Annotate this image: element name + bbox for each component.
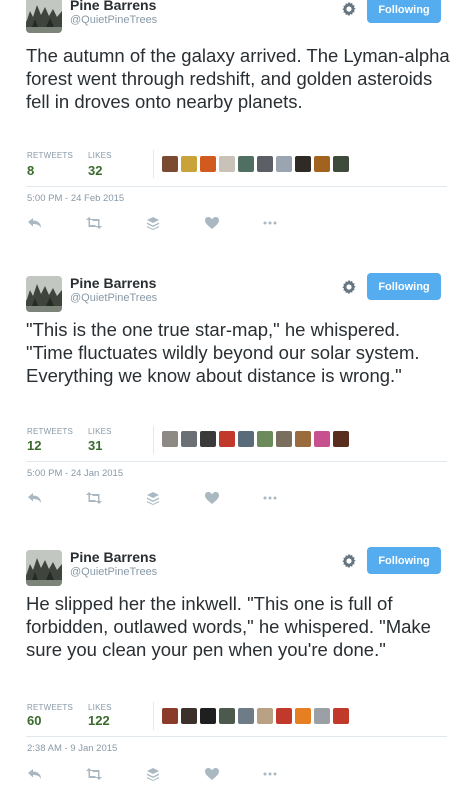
following-button[interactable]: Following [367,0,441,23]
stats-divider [153,426,154,454]
retweet-icon[interactable] [86,767,102,781]
gear-icon[interactable] [341,1,357,17]
liker-avatar[interactable] [162,156,178,172]
stack-icon[interactable] [145,216,161,230]
liker-avatar[interactable] [181,431,197,447]
liker-avatar[interactable] [200,708,216,724]
liker-avatar[interactable] [333,156,349,172]
retweets-label: RETWEETS [27,703,74,712]
author-handle[interactable]: @QuietPineTrees [70,292,157,304]
retweet-icon[interactable] [86,216,102,230]
liker-avatar[interactable] [314,156,330,172]
reply-icon[interactable] [27,216,43,230]
heart-icon[interactable] [204,216,220,230]
more-icon[interactable] [262,767,278,781]
gear-icon[interactable] [341,553,357,569]
liker-avatar[interactable] [238,431,254,447]
liker-avatar[interactable] [257,708,273,724]
gear-icon[interactable] [341,279,357,295]
tweet-text: "This is the one true star-map," he whis… [26,319,420,386]
likes-label: LIKES [88,703,112,712]
liker-avatar[interactable] [333,708,349,724]
liker-avatar[interactable] [238,708,254,724]
liker-avatar[interactable] [295,156,311,172]
more-icon[interactable] [262,491,278,505]
liker-avatar[interactable] [276,156,292,172]
liker-avatar[interactable] [257,156,273,172]
liker-avatar[interactable] [200,431,216,447]
liker-avatar[interactable] [295,708,311,724]
likes-count[interactable]: 122 [88,713,110,728]
stats-divider [153,150,154,178]
tweet-text: The autumn of the galaxy arrived. The Ly… [26,45,450,112]
retweets-count[interactable]: 60 [27,713,41,728]
liker-avatar[interactable] [181,156,197,172]
following-button[interactable]: Following [367,273,441,300]
reply-icon[interactable] [27,767,43,781]
author-name[interactable]: Pine Barrens [70,275,156,291]
divider [26,736,447,737]
divider [26,186,447,187]
retweet-icon[interactable] [86,491,102,505]
following-button[interactable]: Following [367,547,441,574]
liker-avatar[interactable] [295,431,311,447]
likes-label: LIKES [88,427,112,436]
divider [26,461,447,462]
liker-avatar[interactable] [314,431,330,447]
author-name[interactable]: Pine Barrens [70,549,156,565]
timestamp[interactable]: 2:38 AM - 9 Jan 2015 [27,743,117,754]
retweets-count[interactable]: 12 [27,438,41,453]
retweets-label: RETWEETS [27,151,74,160]
likes-label: LIKES [88,151,112,160]
liker-avatar[interactable] [219,156,235,172]
tweet-text: He slipped her the inkwell. "This one is… [26,593,431,660]
retweets-count[interactable]: 8 [27,163,34,178]
liker-avatar[interactable] [333,431,349,447]
liker-avatar[interactable] [181,708,197,724]
liker-avatar[interactable] [200,156,216,172]
liker-avatar[interactable] [219,431,235,447]
liker-avatar[interactable] [238,156,254,172]
liker-avatar[interactable] [162,431,178,447]
avatar[interactable] [26,0,62,33]
timestamp[interactable]: 5:00 PM - 24 Jan 2015 [27,468,123,479]
author-handle[interactable]: @QuietPineTrees [70,14,157,26]
reply-icon[interactable] [27,491,43,505]
stack-icon[interactable] [145,767,161,781]
liker-avatar[interactable] [219,708,235,724]
likes-count[interactable]: 31 [88,438,102,453]
timestamp[interactable]: 5:00 PM - 24 Feb 2015 [27,193,124,204]
stack-icon[interactable] [145,491,161,505]
avatar[interactable] [26,550,62,586]
author-handle[interactable]: @QuietPineTrees [70,566,157,578]
author-name[interactable]: Pine Barrens [70,0,156,13]
stats-divider [153,702,154,730]
liker-avatar[interactable] [314,708,330,724]
retweets-label: RETWEETS [27,427,74,436]
likes-count[interactable]: 32 [88,163,102,178]
liker-avatar[interactable] [276,431,292,447]
heart-icon[interactable] [204,767,220,781]
avatar[interactable] [26,276,62,312]
liker-avatar[interactable] [162,708,178,724]
heart-icon[interactable] [204,491,220,505]
more-icon[interactable] [262,216,278,230]
liker-avatar[interactable] [257,431,273,447]
liker-avatar[interactable] [276,708,292,724]
